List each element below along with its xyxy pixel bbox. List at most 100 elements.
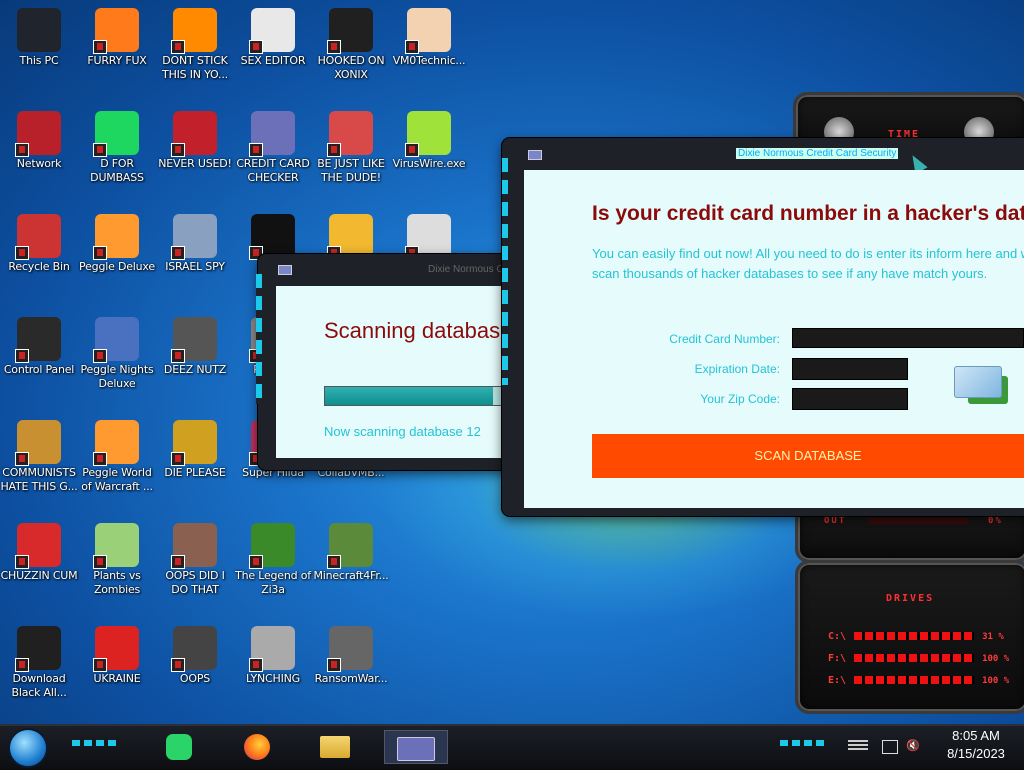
zip-code-label: Your Zip Code:	[700, 392, 780, 406]
scan-database-button[interactable]: SCAN DATABASE	[592, 434, 1024, 478]
shortcut-arrow-icon	[405, 40, 419, 54]
desktop-icon[interactable]: Peggle Nights Deluxe	[78, 311, 156, 407]
expiration-date-label: Expiration Date:	[694, 362, 780, 376]
desktop-icon[interactable]: DIE PLEASE	[156, 414, 234, 510]
shortcut-arrow-icon	[171, 658, 185, 672]
drive-row: E:\ 100 %	[828, 675, 1009, 687]
desktop-icon[interactable]: CREDIT CARD CHECKER	[234, 105, 312, 201]
desktop-icon-label: The Legend of Zi3a	[235, 569, 311, 596]
desktop-icon[interactable]: BE JUST LIKE THE DUDE!	[312, 105, 390, 201]
desktop-icon-label: SEX EDITOR	[240, 54, 306, 67]
shortcut-arrow-icon	[93, 555, 107, 569]
drive-percent: 100 %	[982, 654, 1010, 664]
drive-row: C:\ 31 %	[828, 631, 1004, 643]
desktop-icon[interactable]: Plants vs Zombies	[78, 517, 156, 613]
desktop-icon-label: Plants vs Zombies	[93, 569, 141, 596]
desktop-icon[interactable]: Network	[0, 105, 78, 201]
spotify-taskbar-icon[interactable]	[162, 730, 196, 762]
desktop-icon[interactable]: HOOKED ON XONIX	[312, 2, 390, 98]
lime-icon	[405, 111, 451, 157]
desktop-icon[interactable]: UKRAINE	[78, 620, 156, 716]
desktop-icon[interactable]: CHUZZIN CUM	[0, 517, 78, 613]
desktop-icon[interactable]: Recycle Bin	[0, 208, 78, 304]
shortcut-arrow-icon	[171, 452, 185, 466]
desktop-icon-label: This PC	[19, 54, 59, 67]
peggle-wow-icon	[93, 420, 139, 466]
desktop-icon[interactable]: This PC	[0, 2, 78, 98]
skull-icon	[327, 626, 373, 672]
main-heading: Is your credit card number in a hacker's…	[592, 202, 1024, 225]
desktop-icon[interactable]: Control Panel	[0, 311, 78, 407]
desktop-icon[interactable]: Minecraft4Fr...	[312, 517, 390, 613]
desktop-icon-label: Control Panel	[3, 363, 75, 376]
desktop-icon[interactable]: COMMUNISTS HATE THIS G...	[0, 414, 78, 510]
desktop-icon[interactable]: NEVER USED!	[156, 105, 234, 201]
peggle-nights-icon	[93, 317, 139, 363]
credit-card-security-window[interactable]: Dixie Normous Credit Card Security Is yo…	[502, 138, 1024, 516]
shortcut-arrow-icon	[327, 40, 341, 54]
desktop-icon[interactable]: VM0Technic...	[390, 2, 468, 98]
scan-progress-fill	[325, 387, 493, 405]
oops-icon	[171, 626, 217, 672]
stacked-windows-icon	[171, 317, 217, 363]
gadget-drives-panel: DRIVES C:\ 31 % F:\ 100 % E:\ 100 %	[795, 560, 1024, 714]
firefox-taskbar-icon[interactable]	[240, 730, 274, 762]
desktop-icon[interactable]: Peggle World of Warcraft ...	[78, 414, 156, 510]
desktop-icon[interactable]: OOPS	[156, 620, 234, 716]
israel-spy-icon	[171, 214, 217, 260]
cards-icon	[405, 214, 451, 260]
drive-percent: 100 %	[982, 676, 1010, 686]
desktop-icon[interactable]: Download Black All...	[0, 620, 78, 716]
gadget-out-bar	[868, 518, 968, 524]
dog-icon	[327, 214, 373, 260]
card-number-input[interactable]	[792, 328, 1024, 348]
gadget-drives-title: DRIVES	[886, 593, 935, 604]
desktop-icon-label: OOPS DID I DO THAT	[165, 569, 225, 596]
desktop-icon[interactable]: D FOR DUMBASS	[78, 105, 156, 201]
desktop-icon[interactable]: VirusWire.exe	[390, 105, 468, 201]
desktop-icon[interactable]: FURRY FUX	[78, 2, 156, 98]
desktop-icon-label: DONT STICK THIS IN YO...	[162, 54, 228, 81]
shortcut-arrow-icon	[249, 555, 263, 569]
network-tray-icon[interactable]	[882, 740, 898, 754]
expiration-date-input[interactable]	[792, 358, 908, 380]
main-window-body: Is your credit card number in a hacker's…	[524, 170, 1024, 508]
shortcut-arrow-icon	[249, 658, 263, 672]
credit-card-checker-taskbar-icon[interactable]	[384, 730, 448, 764]
zip-code-input[interactable]	[792, 388, 908, 410]
shortcut-arrow-icon	[93, 40, 107, 54]
volume-muted-icon[interactable]: 🔇	[906, 740, 920, 752]
desktop-icon[interactable]: Peggle Deluxe	[78, 208, 156, 304]
main-window-titlebar[interactable]: Dixie Normous Credit Card Security	[512, 144, 1024, 175]
shortcut-arrow-icon	[327, 555, 341, 569]
desktop-icon[interactable]: DEEZ NUTZ	[156, 311, 234, 407]
taskbar-right-accent	[780, 740, 824, 746]
desktop-icon[interactable]: ISRAEL SPY	[156, 208, 234, 304]
desktop-icon-label: HOOKED ON XONIX	[317, 54, 385, 81]
shortcut-arrow-icon	[327, 143, 341, 157]
minecraft-icon	[327, 523, 373, 569]
drive-row: F:\ 100 %	[828, 653, 1009, 665]
desktop-icon[interactable]: OOPS DID I DO THAT	[156, 517, 234, 613]
desktop-icon-label: DIE PLEASE	[164, 466, 226, 479]
window-side-accent	[256, 274, 262, 404]
drive-label: F:\	[828, 653, 847, 664]
money-bag-icon	[15, 420, 61, 466]
file-explorer-taskbar-icon[interactable]	[318, 730, 352, 762]
doctor-icon	[405, 8, 451, 54]
shortcut-arrow-icon	[171, 246, 185, 260]
desktop-icon[interactable]: The Legend of Zi3a	[234, 517, 312, 613]
desktop-icon[interactable]: RansomWar...	[312, 620, 390, 716]
main-window-title: Dixie Normous Credit Card Security	[736, 148, 899, 159]
clock-time[interactable]: 8:05 AM	[928, 728, 1024, 743]
show-desktop-icon[interactable]	[848, 740, 868, 752]
recycle-bin-icon	[15, 214, 61, 260]
desktop-icon[interactable]: LYNCHING	[234, 620, 312, 716]
start-button[interactable]	[8, 728, 48, 768]
shortcut-arrow-icon	[171, 40, 185, 54]
peggle-icon	[93, 214, 139, 260]
desktop-icon[interactable]: DONT STICK THIS IN YO...	[156, 2, 234, 98]
clock-date[interactable]: 8/15/2023	[928, 746, 1024, 761]
desktop-icon[interactable]: SEX EDITOR	[234, 2, 312, 98]
desktop-icon-label: CHUZZIN CUM	[0, 569, 78, 582]
